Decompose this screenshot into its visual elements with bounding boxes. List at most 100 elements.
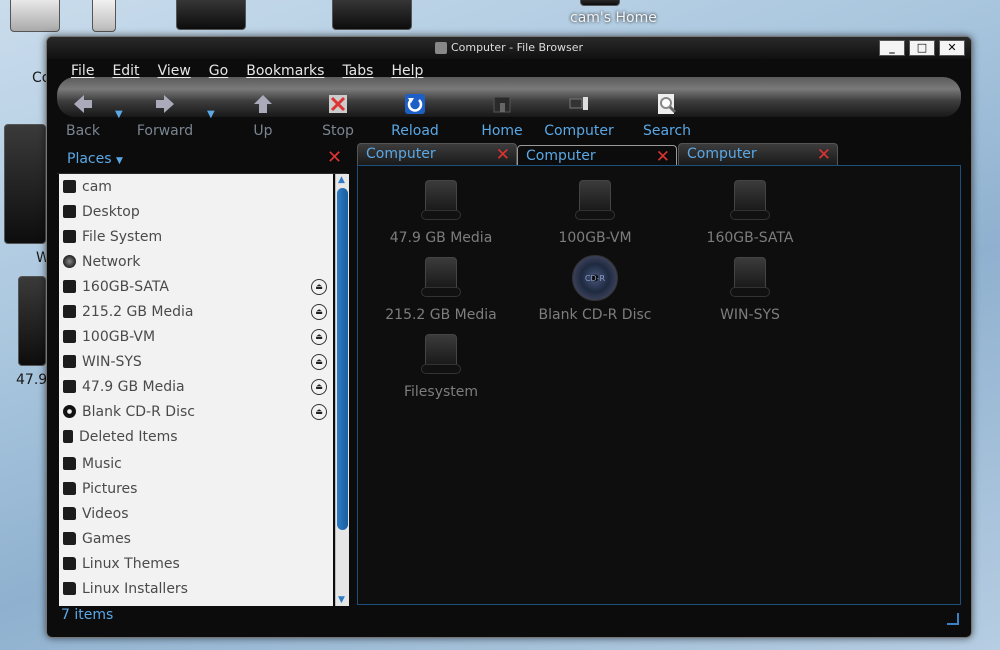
file-item-160gb-sata[interactable]: 160GB-SATA bbox=[675, 178, 825, 246]
file-item-blank-cd[interactable]: CD-R Blank CD-R Disc bbox=[520, 255, 670, 323]
close-tab-icon[interactable]: ✕ bbox=[496, 145, 510, 165]
computer-label: Computer bbox=[544, 123, 614, 139]
tab-computer-3[interactable]: Computer ✕ bbox=[678, 143, 838, 165]
eject-icon[interactable]: ⏏ bbox=[311, 328, 327, 345]
file-item-47gb-media[interactable]: 47.9 GB Media bbox=[366, 178, 516, 246]
stop-button[interactable]: Stop bbox=[298, 93, 378, 139]
sidebar-item-cam[interactable]: cam bbox=[59, 174, 333, 199]
computer-button[interactable]: Computer bbox=[539, 93, 619, 139]
desktop-tower-icon[interactable] bbox=[92, 0, 116, 32]
sidebar-item-music[interactable]: Music bbox=[59, 451, 333, 476]
hard-drive-icon bbox=[573, 178, 617, 224]
menu-go[interactable]: Go bbox=[199, 61, 236, 83]
scroll-up-icon[interactable]: ▲ bbox=[338, 175, 345, 185]
close-tab-icon[interactable]: ✕ bbox=[656, 147, 670, 167]
drive-icon bbox=[63, 305, 76, 318]
up-button[interactable]: Up bbox=[223, 93, 303, 139]
sidebar-item-215gb-media[interactable]: 215.2 GB Media ⏏ bbox=[59, 299, 333, 324]
eject-icon[interactable]: ⏏ bbox=[311, 303, 327, 320]
file-view[interactable]: 47.9 GB Media 100GB-VM 160GB-SATA 215.2 … bbox=[357, 165, 961, 605]
eject-icon[interactable]: ⏏ bbox=[311, 403, 327, 420]
eject-icon[interactable]: ⏏ bbox=[311, 378, 327, 395]
sidebar-item-videos[interactable]: Videos bbox=[59, 501, 333, 526]
desktop-home-label[interactable]: cam's Home bbox=[570, 10, 657, 26]
reload-label: Reload bbox=[391, 123, 439, 139]
places-dropdown[interactable]: Places ▼ bbox=[57, 144, 347, 174]
places-sidebar: cam Desktop File System Network 160GB-SA… bbox=[59, 174, 333, 606]
resize-grip[interactable] bbox=[947, 613, 959, 625]
computer-icon bbox=[569, 97, 588, 110]
disc-icon bbox=[63, 405, 76, 418]
menu-view[interactable]: View bbox=[148, 61, 199, 83]
sidebar-item-label: 215.2 GB Media bbox=[82, 303, 194, 320]
scroll-down-icon[interactable]: ▼ bbox=[338, 595, 345, 605]
eject-icon[interactable]: ⏏ bbox=[311, 278, 327, 295]
window-titlebar[interactable]: Computer - File Browser _ □ ✕ bbox=[47, 37, 971, 59]
stop-icon bbox=[329, 95, 347, 113]
file-item-filesystem[interactable]: Filesystem bbox=[366, 332, 516, 400]
hard-drive-icon bbox=[728, 255, 772, 301]
drive-icon bbox=[63, 280, 76, 293]
menu-tabs[interactable]: Tabs bbox=[332, 61, 381, 83]
close-tab-icon[interactable]: ✕ bbox=[817, 145, 831, 165]
tab-computer-2[interactable]: Computer ✕ bbox=[517, 145, 677, 167]
sidebar-item-desktop[interactable]: Desktop bbox=[59, 199, 333, 224]
sidebar-item-linux-installers[interactable]: Linux Installers bbox=[59, 576, 333, 601]
cd-disc-icon: CD-R bbox=[572, 255, 618, 301]
search-button[interactable]: Search bbox=[627, 93, 707, 139]
desktop-drive-icon[interactable] bbox=[18, 276, 46, 366]
forward-button[interactable]: Forward bbox=[125, 93, 205, 139]
menu-edit[interactable]: Edit bbox=[102, 61, 147, 83]
sidebar-item-label: Deleted Items bbox=[79, 428, 178, 445]
sidebar-item-label: File System bbox=[82, 228, 163, 245]
forward-label: Forward bbox=[136, 123, 194, 139]
sidebar-item-games[interactable]: Games bbox=[59, 526, 333, 551]
desktop-monitor-icon[interactable] bbox=[10, 0, 60, 32]
file-label: WIN-SYS bbox=[720, 307, 780, 323]
sidebar-item-win-sys[interactable]: WIN-SYS ⏏ bbox=[59, 349, 333, 374]
desktop-drive-icon[interactable] bbox=[332, 0, 412, 30]
sidebar-item-pictures[interactable]: Pictures bbox=[59, 476, 333, 501]
eject-icon[interactable]: ⏏ bbox=[311, 353, 327, 370]
sidebar-item-file-system[interactable]: File System bbox=[59, 224, 333, 249]
sidebar-item-label: Music bbox=[82, 455, 122, 472]
menu-help[interactable]: Help bbox=[381, 61, 431, 83]
sidebar-item-deleted-items[interactable]: Deleted Items bbox=[59, 424, 333, 449]
maximize-button[interactable]: □ bbox=[909, 40, 935, 56]
search-icon bbox=[658, 94, 677, 114]
file-item-215gb-media[interactable]: 215.2 GB Media bbox=[366, 255, 516, 323]
desktop-drive-icon[interactable] bbox=[580, 0, 620, 6]
sidebar-scrollbar[interactable]: ▲ ▼ bbox=[335, 174, 349, 606]
file-item-100gb-vm[interactable]: 100GB-VM bbox=[520, 178, 670, 246]
sidebar-item-blank-cd[interactable]: Blank CD-R Disc ⏏ bbox=[59, 399, 333, 424]
desktop-drive-icon[interactable] bbox=[4, 124, 46, 244]
sidebar-item-160gb-sata[interactable]: 160GB-SATA ⏏ bbox=[59, 274, 333, 299]
sidebar-item-100gb-vm[interactable]: 100GB-VM ⏏ bbox=[59, 324, 333, 349]
home-button[interactable]: Home bbox=[462, 93, 542, 139]
sidebar-item-linux-themes[interactable]: Linux Themes bbox=[59, 551, 333, 576]
forward-arrow-icon bbox=[156, 95, 174, 113]
sidebar-item-label: Videos bbox=[82, 505, 129, 522]
forward-history-dropdown[interactable]: ▼ bbox=[207, 109, 215, 120]
folder-icon bbox=[63, 532, 76, 545]
hard-drive-icon bbox=[728, 178, 772, 224]
scroll-thumb[interactable] bbox=[337, 188, 348, 530]
window-title: Computer - File Browser bbox=[450, 41, 584, 54]
back-history-dropdown[interactable]: ▼ bbox=[115, 109, 123, 120]
menu-bookmarks[interactable]: Bookmarks bbox=[236, 61, 332, 83]
menu-file[interactable]: File bbox=[61, 61, 102, 83]
sidebar-item-47gb-media[interactable]: 47.9 GB Media ⏏ bbox=[59, 374, 333, 399]
file-item-win-sys[interactable]: WIN-SYS bbox=[675, 255, 825, 323]
reload-button[interactable]: Reload bbox=[375, 93, 455, 139]
app-icon bbox=[434, 42, 447, 54]
back-button[interactable]: Back bbox=[43, 93, 123, 139]
close-sidebar-button[interactable]: ✕ bbox=[327, 149, 342, 167]
tab-computer-1[interactable]: Computer ✕ bbox=[357, 143, 517, 165]
sidebar-item-network[interactable]: Network bbox=[59, 249, 333, 274]
minimize-button[interactable]: _ bbox=[879, 40, 905, 56]
sidebar-item-label: Network bbox=[82, 253, 141, 270]
up-arrow-icon bbox=[254, 95, 272, 113]
desktop-drive-icon[interactable] bbox=[176, 0, 246, 30]
close-window-button[interactable]: ✕ bbox=[939, 40, 965, 56]
chevron-down-icon: ▼ bbox=[115, 156, 123, 166]
